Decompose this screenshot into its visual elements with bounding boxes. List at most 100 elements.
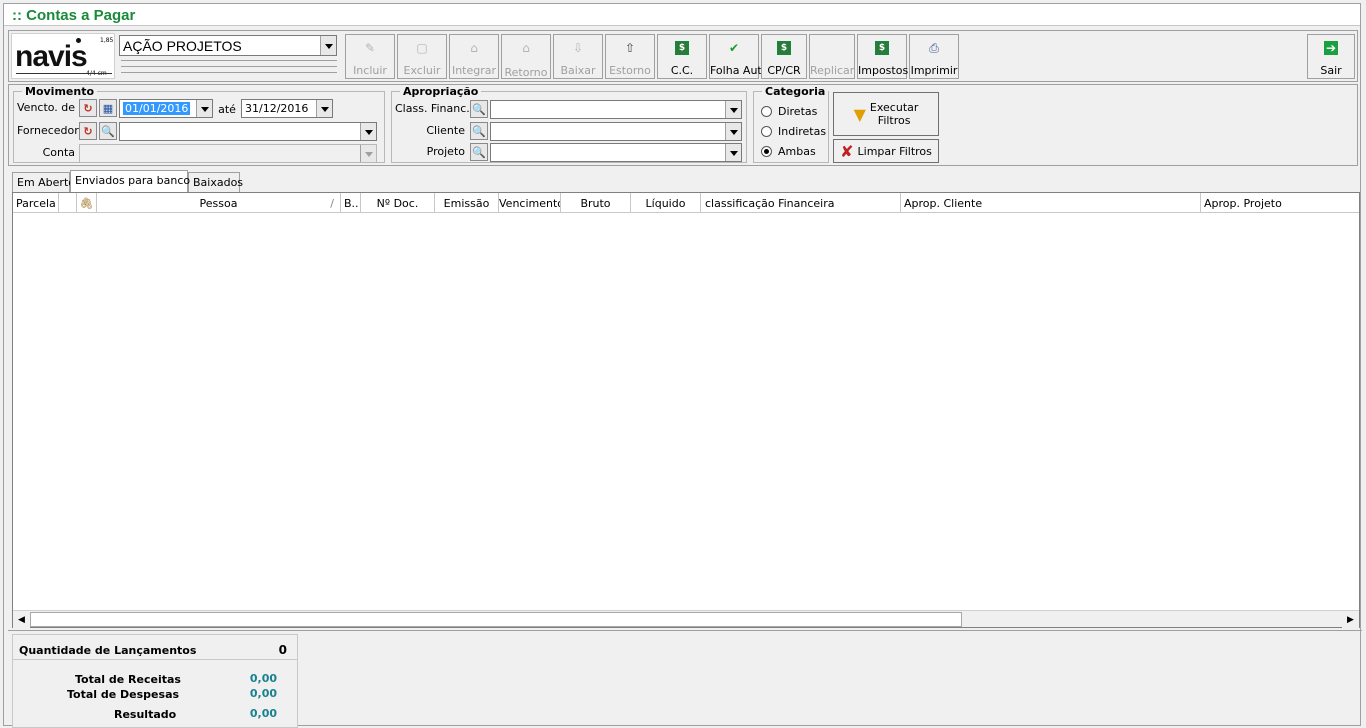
tab-enviados-label: Enviados para banco [75, 174, 191, 187]
chevron-down-icon[interactable] [725, 123, 741, 140]
conta-select[interactable] [79, 144, 377, 163]
col-aprop-projeto-label: Aprop. Projeto [1204, 197, 1282, 210]
chevron-down-icon[interactable] [196, 100, 212, 117]
projeto-label: Projeto [426, 145, 465, 158]
imprimir-label: Imprimir [910, 64, 958, 77]
calendar-button[interactable]: ▦ [99, 99, 117, 117]
chevron-down-icon[interactable] [316, 100, 332, 117]
cpcr-label: CP/CR [767, 64, 801, 77]
resultado-label: Resultado [114, 708, 177, 721]
cpcr-button[interactable]: $ CP/CR [761, 34, 807, 79]
chevron-down-icon[interactable] [725, 101, 741, 118]
col-aprop-projeto[interactable]: Aprop. Projeto [1201, 193, 1359, 213]
tab-em-aberto[interactable]: Em Aberto [12, 172, 75, 192]
logo-text: navis [15, 40, 88, 73]
search-cliente-button[interactable]: 🔍 [470, 122, 488, 140]
grid-header: Parcela 🖇 Pessoa / B.. Nº Doc. Emissão V… [13, 193, 1359, 213]
cliente-select[interactable] [490, 122, 742, 141]
retorno-label: Retorno [504, 66, 548, 79]
col-classificacao[interactable]: classificação Financeira [701, 193, 901, 213]
col-parcela[interactable]: Parcela [13, 193, 59, 213]
replicate-icon [825, 41, 839, 55]
refresh-fornecedor-button[interactable]: ↻ [79, 122, 97, 140]
summary-divider [13, 659, 297, 660]
class-financ-select[interactable] [490, 100, 742, 119]
arrow-down-icon: ⇩ [572, 41, 584, 55]
chevron-down-icon[interactable] [360, 123, 376, 140]
cc-button[interactable]: $ C.C. [657, 34, 707, 79]
search-fornecedor-button[interactable]: 🔍 [99, 122, 117, 140]
resultado-value: 0,00 [249, 707, 277, 720]
limpar-filtros-button[interactable]: ✘ Limpar Filtros [833, 139, 939, 163]
retorno-button[interactable]: ⌂ Retorno [501, 34, 551, 79]
impostos-button[interactable]: $ Impostos [857, 34, 908, 79]
col-bruto-label: Bruto [580, 197, 611, 210]
radio-dot[interactable] [761, 106, 772, 117]
chevron-down-icon[interactable] [725, 144, 741, 161]
radio-ambas[interactable]: Ambas [761, 145, 816, 158]
scroll-thumb[interactable] [30, 612, 962, 627]
replicar-button[interactable]: Replicar [809, 34, 855, 79]
search-projeto-button[interactable]: 🔍 [470, 143, 488, 161]
baixar-label: Baixar [560, 64, 596, 77]
clear-filter-icon: ✘ [840, 141, 854, 161]
col-bruto[interactable]: Bruto [561, 193, 631, 213]
col-emissao[interactable]: Emissão [435, 193, 499, 213]
radio-dot[interactable] [761, 126, 772, 137]
navis-logo: navis 1,85 4/4 cm [11, 33, 115, 79]
col-vencimento[interactable]: Vencimento [499, 193, 561, 213]
integrar-label: Integrar [451, 64, 497, 77]
date-from-field[interactable]: 01/01/2016 [119, 99, 213, 118]
executar-label: Executar Filtros [870, 101, 919, 127]
col-b[interactable]: B.. [341, 193, 361, 213]
projeto-select[interactable] [490, 143, 742, 162]
estorno-label: Estorno [609, 64, 651, 77]
search-icon: 🔍 [472, 102, 486, 116]
col-flag[interactable] [59, 193, 77, 213]
radio-dot-selected[interactable] [761, 146, 772, 157]
col-ndoc[interactable]: Nº Doc. [361, 193, 435, 213]
integrar-button[interactable]: ⌂ Integrar [449, 34, 499, 79]
folha-aut-button[interactable]: ✔ Folha Aut. [709, 34, 766, 79]
pencil-icon: ✎ [364, 41, 376, 55]
tab-enviados-para-banco[interactable]: Enviados para banco [70, 170, 191, 192]
categoria-title: Categoria [762, 85, 829, 98]
exit-icon: ➔ [1324, 41, 1338, 55]
refresh-icon: ↻ [83, 124, 93, 138]
estorno-button[interactable]: ⇧ Estorno [605, 34, 655, 79]
company-select[interactable]: AÇÃO PROJETOS [119, 35, 337, 56]
apropriacao-title: Apropriação [400, 85, 482, 98]
refresh-date-button[interactable]: ↻ [79, 99, 97, 117]
chevron-down-icon[interactable] [320, 36, 336, 55]
movimento-title: Movimento [22, 85, 98, 98]
search-class-button[interactable]: 🔍 [470, 100, 488, 118]
col-parcela-label: Parcela [16, 197, 56, 210]
radio-indiretas[interactable]: Indiretas [761, 125, 826, 138]
radio-indiretas-label: Indiretas [778, 125, 827, 138]
fornecedor-select[interactable] [119, 122, 377, 141]
baixar-button[interactable]: ⇩ Baixar [553, 34, 603, 79]
company-divider [121, 60, 337, 61]
scroll-right-icon[interactable]: ▶ [1342, 611, 1359, 628]
col-attachment[interactable]: 🖇 [77, 193, 97, 213]
radio-diretas[interactable]: Diretas [761, 105, 817, 118]
col-pessoa[interactable]: Pessoa / [97, 193, 341, 213]
horizontal-scrollbar[interactable]: ◀ ▶ [13, 610, 1359, 628]
scroll-left-icon[interactable]: ◀ [13, 611, 30, 628]
col-liquido[interactable]: Líquido [631, 193, 701, 213]
toolbar: navis 1,85 4/4 cm AÇÃO PROJETOS ✎ Inclui… [8, 30, 1358, 82]
sair-button[interactable]: ➔ Sair [1307, 34, 1355, 79]
main-window: :: Contas a Pagar navis 1,85 4/4 cm AÇÃO… [3, 3, 1362, 728]
excluir-button[interactable]: ▢ Excluir [397, 34, 447, 79]
imprimir-button[interactable]: ⎙ Imprimir [909, 34, 959, 79]
folha-aut-label: Folha Aut. [710, 64, 766, 77]
col-aprop-cliente[interactable]: Aprop. Cliente [901, 193, 1201, 213]
executar-filtros-button[interactable]: ▼ Executar Filtros [833, 92, 939, 136]
tab-baixados[interactable]: Baixados [188, 172, 243, 192]
chevron-down-icon[interactable] [360, 145, 376, 162]
date-to-field[interactable]: 31/12/2016 [241, 99, 333, 118]
col-vencimento-label: Vencimento [499, 197, 561, 210]
date-to-value: 31/12/2016 [245, 102, 309, 115]
title-bar: :: Contas a Pagar [4, 4, 1360, 26]
incluir-button[interactable]: ✎ Incluir [345, 34, 395, 79]
